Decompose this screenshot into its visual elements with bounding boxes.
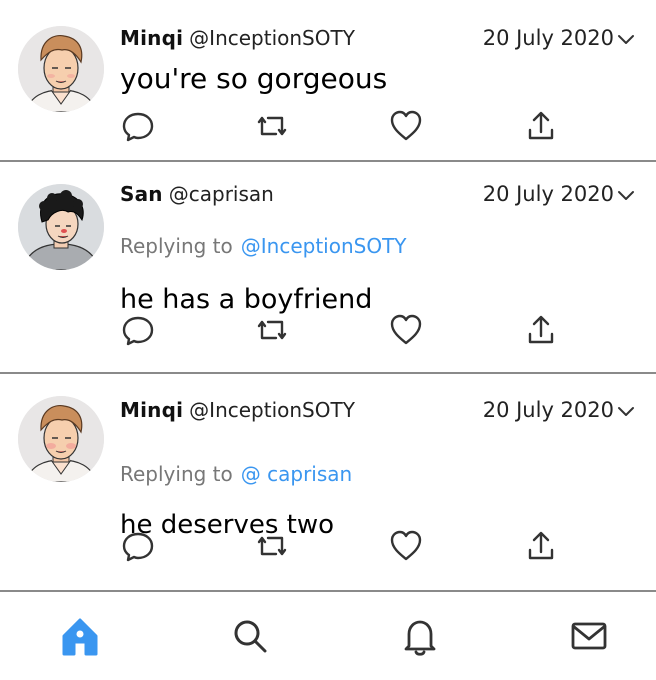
tweet[interactable]: San @caprisan 20 July 2020 Replying to @In… bbox=[0, 162, 656, 374]
replying-to-label: Replying to bbox=[120, 462, 233, 486]
avatar[interactable] bbox=[18, 396, 104, 482]
minqi-avatar-image bbox=[18, 396, 104, 482]
tweet-text: he has a boyfriend bbox=[120, 284, 373, 315]
mention-link[interactable]: @InceptionSOTY bbox=[241, 234, 407, 258]
tweet-header: Minqi @InceptionSOTY 20 July 2020 bbox=[120, 398, 636, 428]
tweet-date: 20 July 2020 bbox=[482, 182, 614, 206]
messages-icon[interactable] bbox=[565, 612, 613, 660]
author-name[interactable]: Minqi bbox=[120, 398, 183, 422]
retweet-icon[interactable] bbox=[254, 108, 290, 144]
reply-icon[interactable] bbox=[120, 528, 156, 564]
tweet[interactable]: Minqi @InceptionSOTY 20 July 2020 Replyin… bbox=[0, 374, 656, 592]
author-handle[interactable]: @InceptionSOTY bbox=[189, 26, 355, 50]
tweet-date: 20 July 2020 bbox=[482, 398, 614, 422]
replying-to: Replying to @InceptionSOTY bbox=[120, 234, 407, 258]
like-icon[interactable] bbox=[388, 528, 424, 564]
chevron-down-icon[interactable] bbox=[616, 30, 636, 50]
tweet-actions bbox=[0, 108, 656, 148]
avatar[interactable] bbox=[18, 184, 104, 270]
share-icon[interactable] bbox=[523, 108, 559, 144]
tweet-header: San @caprisan 20 July 2020 bbox=[120, 182, 636, 212]
chevron-down-icon[interactable] bbox=[616, 186, 636, 206]
tweet-text: you're so gorgeous bbox=[120, 62, 388, 95]
share-icon[interactable] bbox=[523, 312, 559, 348]
like-icon[interactable] bbox=[388, 312, 424, 348]
retweet-icon[interactable] bbox=[254, 312, 290, 348]
author-handle[interactable]: @InceptionSOTY bbox=[189, 398, 355, 422]
san-avatar-image bbox=[18, 184, 104, 270]
reply-icon[interactable] bbox=[120, 312, 156, 348]
minqi-avatar-image bbox=[18, 26, 104, 112]
author-handle[interactable]: @caprisan bbox=[169, 182, 274, 206]
notifications-icon[interactable] bbox=[396, 612, 444, 660]
replying-to: Replying to @ caprisan bbox=[120, 462, 352, 486]
author-name[interactable]: Minqi bbox=[120, 26, 183, 50]
tweet-actions bbox=[0, 312, 656, 352]
avatar[interactable] bbox=[18, 26, 104, 112]
home-icon[interactable] bbox=[56, 612, 104, 660]
mention-link[interactable]: @ caprisan bbox=[241, 462, 352, 486]
tweet-actions bbox=[0, 528, 656, 568]
like-icon[interactable] bbox=[388, 108, 424, 144]
author-name[interactable]: San bbox=[120, 182, 163, 206]
bottom-tab-bar bbox=[0, 594, 656, 680]
tweet[interactable]: Minqi @InceptionSOTY 20 July 2020 you're … bbox=[0, 0, 656, 162]
tweet-header: Minqi @InceptionSOTY 20 July 2020 bbox=[120, 26, 636, 56]
timeline-feed: Minqi @InceptionSOTY 20 July 2020 you're … bbox=[0, 0, 656, 592]
reply-icon[interactable] bbox=[120, 108, 156, 144]
share-icon[interactable] bbox=[523, 528, 559, 564]
tweet-date: 20 July 2020 bbox=[482, 26, 614, 50]
chevron-down-icon[interactable] bbox=[616, 402, 636, 422]
search-icon[interactable] bbox=[226, 612, 274, 660]
replying-to-label: Replying to bbox=[120, 234, 233, 258]
retweet-icon[interactable] bbox=[254, 528, 290, 564]
